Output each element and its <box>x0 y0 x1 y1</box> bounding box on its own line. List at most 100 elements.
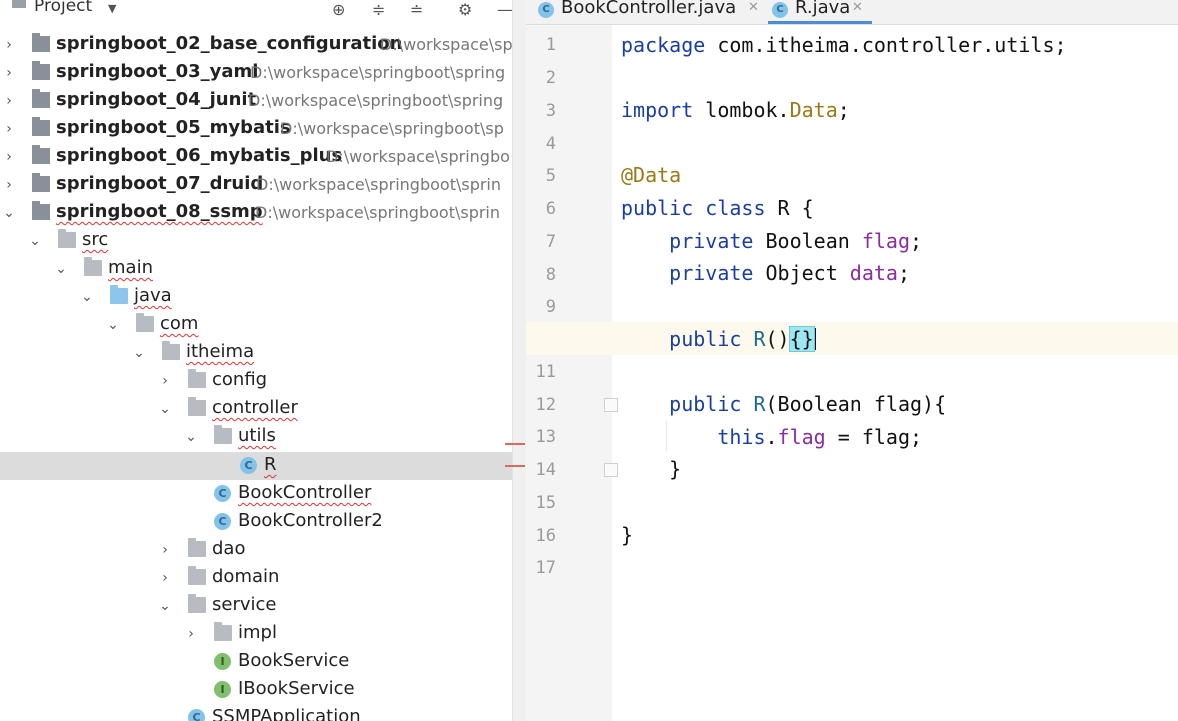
package-icon <box>136 313 154 332</box>
locate-icon[interactable]: ⊕ <box>332 0 345 19</box>
tree-item-package[interactable]: ⌄ controller <box>0 395 512 423</box>
line-number-gutter[interactable]: 1 2 3 4 5 6 7 8 9 10 11 12 13 14 15 16 1… <box>526 25 613 721</box>
close-icon[interactable]: ✕ <box>748 0 759 15</box>
tree-item-package[interactable]: ⌄ com <box>0 311 512 339</box>
minimize-icon[interactable]: — <box>497 0 512 19</box>
tree-item-class[interactable]: C BookController <box>0 480 512 508</box>
tree-item-interface[interactable]: I IBookService <box>0 676 512 704</box>
tree-item-package[interactable]: ⌄ itheima <box>0 339 512 367</box>
tree-item-module[interactable]: › springboot_03_yaml D:\workspace\spring… <box>0 59 512 87</box>
tree-item-label: springboot_06_mybatis_plus <box>56 145 343 166</box>
tree-item-label: springboot_02_base_configuration <box>56 33 403 54</box>
line-number: 8 <box>545 265 556 285</box>
tree-item-label: IBookService <box>238 678 355 699</box>
chevron-right-icon[interactable]: › <box>158 570 172 586</box>
code-line-3: import lombok.Data; <box>621 98 850 122</box>
code-line-12: public R(Boolean flag){ <box>621 392 946 416</box>
tree-item-package[interactable]: › config <box>0 367 512 395</box>
change-marker <box>505 465 525 467</box>
field-name: flag <box>861 229 911 253</box>
chevron-right-icon[interactable]: › <box>158 373 172 389</box>
chevron-down-icon[interactable]: ⌄ <box>54 261 68 277</box>
chevron-down-icon[interactable]: ⌄ <box>28 233 42 249</box>
collapse-all-icon[interactable]: ≐ <box>410 0 423 19</box>
package-icon <box>188 566 206 585</box>
class-icon: C <box>538 2 554 18</box>
tree-item-folder[interactable]: ⌄ java <box>0 283 512 311</box>
tree-item-module[interactable]: ⌄ springboot_08_ssmp D:\workspace\spring… <box>0 199 512 227</box>
code-lines[interactable]: package com.itheima.controller.utils; im… <box>612 25 1178 721</box>
tree-item-folder[interactable]: ⌄ src <box>0 227 512 255</box>
chevron-right-icon[interactable]: › <box>2 177 16 193</box>
line-number: 2 <box>545 68 556 88</box>
tree-item-package[interactable]: › dao <box>0 536 512 564</box>
close-icon[interactable]: ✕ <box>852 0 863 15</box>
chevron-right-icon[interactable]: › <box>184 626 198 642</box>
tree-item-label: springboot_07_druid <box>56 173 264 194</box>
tree-item-class[interactable]: C BookController2 <box>0 508 512 536</box>
tab-bookcontroller[interactable]: C BookController.java ✕ <box>538 0 762 24</box>
chevron-right-icon[interactable]: › <box>2 149 16 165</box>
chevron-down-icon[interactable]: ⌄ <box>184 429 198 445</box>
tab-r-java[interactable]: C R.java ✕ <box>768 0 872 24</box>
tree-item-module[interactable]: › springboot_05_mybatis D:\workspace\spr… <box>0 115 512 143</box>
tree-item-class[interactable]: C SSMPApplication <box>0 704 512 721</box>
tree-item-path: D:\workspace\springboot\sp <box>280 119 504 138</box>
tree-item-package[interactable]: › impl <box>0 620 512 648</box>
tree-item-label: utils <box>238 425 276 446</box>
interface-icon: I <box>214 653 231 670</box>
code-line-14: } <box>621 457 681 481</box>
tree-item-module[interactable]: › springboot_04_junit D:\workspace\sprin… <box>0 87 512 115</box>
expand-all-icon[interactable]: ≑ <box>372 0 385 19</box>
interface-icon: I <box>214 681 231 698</box>
code-line-1: package com.itheima.controller.utils; <box>621 33 1067 57</box>
tree-item-path: D:\workspace\springbo <box>326 147 510 166</box>
tree-item-label: dao <box>212 538 246 559</box>
chevron-right-icon[interactable]: › <box>2 65 16 81</box>
panel-splitter[interactable] <box>512 0 527 721</box>
package-icon <box>214 425 232 444</box>
tree-item-folder[interactable]: ⌄ main <box>0 255 512 283</box>
tree-item-package[interactable]: ⌄ service <box>0 592 512 620</box>
field-name: data <box>849 261 898 285</box>
line-number: 12 <box>535 395 556 415</box>
line-number: 3 <box>545 101 556 121</box>
tab-label: BookController.java <box>561 0 737 18</box>
code-text: (Boolean flag){ <box>765 392 947 416</box>
module-icon <box>32 61 50 80</box>
tree-item-label: springboot_05_mybatis <box>56 117 291 138</box>
class-icon: C <box>214 485 231 502</box>
line-number: 7 <box>545 232 556 252</box>
chevron-down-icon[interactable]: ⌄ <box>80 289 94 305</box>
tree-item-module[interactable]: › springboot_02_base_configuration D:\wo… <box>0 31 512 59</box>
code-text: . <box>765 425 778 449</box>
tree-item-path: D:\workspace\sp <box>380 35 512 54</box>
line-number: 11 <box>535 362 556 382</box>
chevron-down-icon[interactable]: ⌄ <box>2 205 16 221</box>
tree-item-label: springboot_08_ssmp <box>56 201 263 222</box>
tree-item-path: D:\workspace\springboot\spring <box>248 91 504 110</box>
chevron-down-icon[interactable]: ⌄ <box>132 345 146 361</box>
chevron-down-icon[interactable]: ⌄ <box>158 598 172 614</box>
tree-item-module[interactable]: › springboot_06_mybatis_plus D:\workspac… <box>0 143 512 171</box>
chevron-right-icon[interactable]: › <box>2 37 16 53</box>
tree-item-module[interactable]: › springboot_07_druid D:\workspace\sprin… <box>0 171 512 199</box>
tree-item-package[interactable]: ⌄ utils <box>0 423 512 451</box>
chevron-down-icon[interactable]: ⌄ <box>106 317 120 333</box>
tree-item-path: D:\workspace\springboot\spring <box>250 63 506 82</box>
project-title[interactable]: Project <box>34 0 92 16</box>
tree-item-package[interactable]: › domain <box>0 564 512 592</box>
chevron-down-icon[interactable]: ⌄ <box>158 401 172 417</box>
tree-item-label: springboot_03_yaml <box>56 61 259 82</box>
gear-icon[interactable]: ⚙ <box>458 0 472 19</box>
code-line-5: @Data <box>621 163 681 187</box>
chevron-down-icon[interactable]: ▼ <box>108 2 116 15</box>
tree-item-label: main <box>108 257 153 278</box>
chevron-right-icon[interactable]: › <box>158 542 172 558</box>
chevron-right-icon[interactable]: › <box>2 93 16 109</box>
tree-item-interface[interactable]: I BookService <box>0 648 512 676</box>
tree-item-label: BookService <box>238 650 350 671</box>
tree-item-class-selected[interactable]: C R <box>0 452 512 480</box>
class-icon: C <box>240 457 257 474</box>
chevron-right-icon[interactable]: › <box>2 121 16 137</box>
